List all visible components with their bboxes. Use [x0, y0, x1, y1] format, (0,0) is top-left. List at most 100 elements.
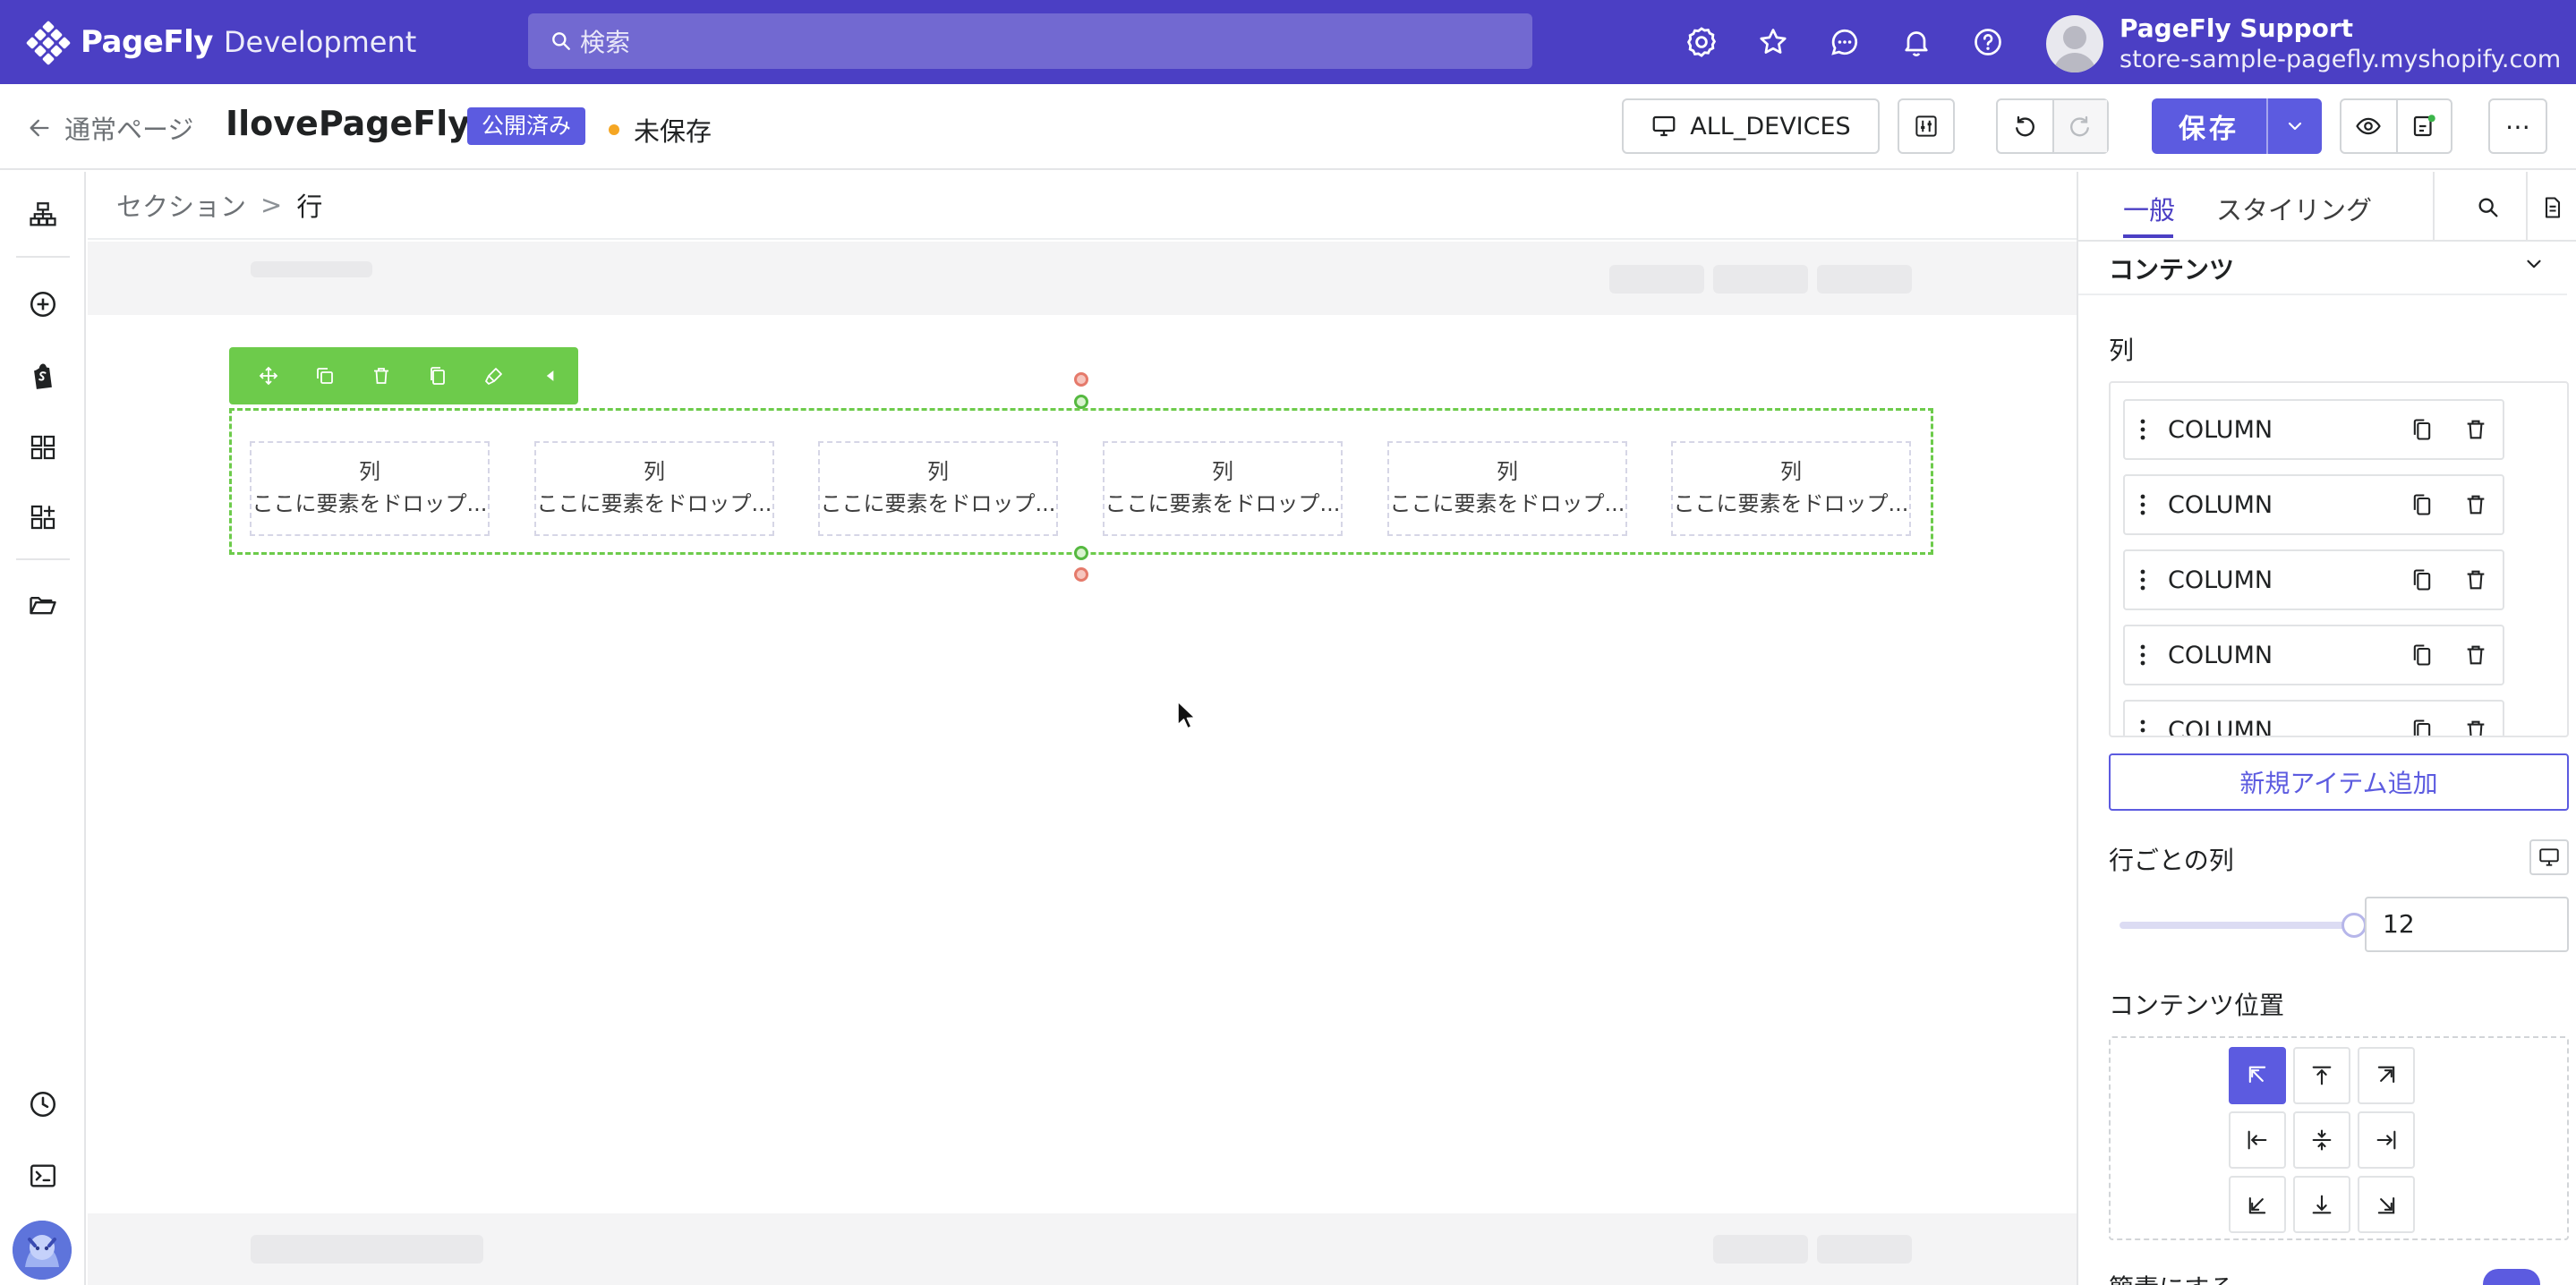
align-top-right-icon[interactable] [2358, 1047, 2415, 1104]
copy-icon[interactable] [2395, 642, 2449, 668]
copy-icon[interactable] [2395, 492, 2449, 517]
delete-icon[interactable] [353, 347, 409, 404]
column-cell[interactable]: 列 ここに要素をドロップ... [534, 441, 774, 536]
delete-icon[interactable] [2449, 567, 2503, 592]
align-top-left-icon[interactable] [2229, 1047, 2286, 1104]
chevron-down-icon[interactable] [2522, 252, 2546, 276]
tab-general[interactable]: 一般 [2123, 190, 2175, 227]
desktop-icon [1652, 115, 1676, 137]
status-badge: 公開済み [467, 107, 586, 145]
align-middle-right-icon[interactable] [2358, 1111, 2415, 1169]
delete-icon[interactable] [2449, 492, 2503, 517]
apps-add-icon[interactable] [23, 498, 63, 537]
columns-per-row-input[interactable]: 12 [2365, 897, 2569, 952]
tab-divider [2526, 172, 2528, 242]
redo-button[interactable] [2051, 100, 2107, 152]
column-cell[interactable]: 列 ここに要素をドロップ... [1387, 441, 1627, 536]
copy-icon[interactable] [2395, 567, 2449, 592]
column-title: 列 [927, 459, 949, 484]
page-preview[interactable]: 列 ここに要素をドロップ... 列 ここに要素をドロップ... 列 ここに要素を… [88, 242, 2077, 1285]
align-center-icon[interactable] [2293, 1111, 2350, 1169]
star-icon[interactable] [1754, 23, 1792, 61]
page-settings-button[interactable] [1898, 98, 1955, 154]
delete-icon[interactable] [2449, 417, 2503, 442]
delete-icon[interactable] [2449, 718, 2503, 736]
column-cell[interactable]: 列 ここに要素をドロップ... [250, 441, 490, 536]
copy-icon[interactable] [2395, 718, 2449, 736]
help-icon[interactable] [1969, 23, 2007, 61]
folder-icon[interactable] [23, 585, 63, 625]
list-item[interactable]: COLUMN [2123, 625, 2504, 685]
user-menu[interactable]: PageFly Support store-sample-pagefly.mys… [2046, 13, 2561, 75]
align-bottom-center-icon[interactable] [2293, 1176, 2350, 1233]
drag-handle-icon[interactable] [2125, 719, 2161, 736]
device-toggle-button[interactable] [2529, 839, 2569, 875]
list-item[interactable]: COLUMN [2123, 474, 2504, 535]
drag-handle-icon[interactable] [2125, 643, 2161, 667]
simplify-toggle[interactable] [2483, 1269, 2540, 1285]
move-icon[interactable] [240, 347, 296, 404]
row-container[interactable]: 列 ここに要素をドロップ... 列 ここに要素をドロップ... 列 ここに要素を… [229, 408, 1933, 555]
back-link[interactable]: 通常ページ [27, 109, 193, 147]
breadcrumb-parent[interactable]: セクション [116, 186, 246, 224]
column-item-label: COLUMN [2168, 716, 2273, 737]
column-drop-hint: ここに要素をドロップ... [1389, 491, 1625, 516]
padding-handle-bottom[interactable] [1074, 546, 1088, 560]
document-icon[interactable] [2535, 190, 2571, 226]
device-selector-button[interactable]: ALL_DEVICES [1622, 98, 1880, 154]
panel-search-icon[interactable] [2470, 190, 2506, 226]
align-bottom-right-icon[interactable] [2358, 1176, 2415, 1233]
publish-status-button[interactable] [2395, 100, 2451, 152]
column-cell[interactable]: 列 ここに要素をドロップ... [1103, 441, 1343, 536]
copy-icon[interactable] [2395, 417, 2449, 442]
mascot-avatar[interactable] [13, 1221, 72, 1280]
list-item[interactable]: COLUMN [2123, 549, 2504, 610]
drag-handle-icon[interactable] [2125, 568, 2161, 591]
delete-icon[interactable] [2449, 642, 2503, 668]
drag-handle-icon[interactable] [2125, 418, 2161, 441]
style-brush-icon[interactable] [465, 347, 522, 404]
history-clock-icon[interactable] [23, 1085, 63, 1124]
search-icon [552, 32, 570, 50]
layers-tree-icon[interactable] [23, 195, 63, 234]
columns-slider-track[interactable] [2120, 922, 2361, 929]
column-cell[interactable]: 列 ここに要素をドロップ... [818, 441, 1058, 536]
section-divider [2078, 294, 2567, 295]
unsaved-indicator: 未保存 [609, 111, 712, 149]
save-options-button[interactable] [2266, 98, 2322, 154]
drag-handle-icon[interactable] [2125, 493, 2161, 516]
copy-icon[interactable] [409, 347, 465, 404]
list-scrollbar[interactable] [2555, 383, 2567, 736]
settings-gear-icon[interactable] [1683, 23, 1720, 61]
undo-button[interactable] [1998, 100, 2052, 152]
list-item[interactable]: COLUMN [2123, 399, 2504, 460]
app-logo[interactable]: PageFly Development [25, 20, 416, 66]
columns-slider-thumb[interactable] [2341, 913, 2367, 938]
align-middle-left-icon[interactable] [2229, 1111, 2286, 1169]
padding-handle-top[interactable] [1074, 395, 1088, 409]
list-item[interactable]: COLUMN [2123, 700, 2504, 737]
chat-icon[interactable] [1826, 23, 1864, 61]
shopify-icon[interactable] [23, 356, 63, 396]
section-title[interactable]: コンテンツ [2109, 251, 2234, 286]
preview-button[interactable] [2341, 100, 2396, 152]
user-store: store-sample-pagefly.myshopify.com [2120, 46, 2562, 73]
add-item-button[interactable]: 新規アイテム追加 [2109, 753, 2569, 811]
sections-grid-icon[interactable] [23, 428, 63, 467]
tab-styling[interactable]: スタイリング [2216, 190, 2372, 227]
notification-bell-icon[interactable] [1898, 23, 1935, 61]
active-tab-indicator [2123, 234, 2173, 238]
resize-handle-bottom[interactable] [1074, 567, 1088, 582]
resize-handle-top[interactable] [1074, 372, 1088, 387]
column-cell[interactable]: 列 ここに要素をドロップ... [1671, 441, 1911, 536]
add-element-icon[interactable] [23, 285, 63, 324]
save-button[interactable]: 保存 [2152, 98, 2266, 154]
duplicate-icon[interactable] [296, 347, 353, 404]
align-bottom-left-icon[interactable] [2229, 1176, 2286, 1233]
search-input[interactable]: 検索 [528, 13, 1532, 69]
more-options-button[interactable]: ⋯ [2488, 98, 2547, 154]
collapse-toolbar-icon[interactable] [522, 347, 578, 404]
align-top-center-icon[interactable] [2293, 1047, 2350, 1104]
code-terminal-icon[interactable] [23, 1156, 63, 1196]
breadcrumb-separator: > [260, 190, 283, 220]
